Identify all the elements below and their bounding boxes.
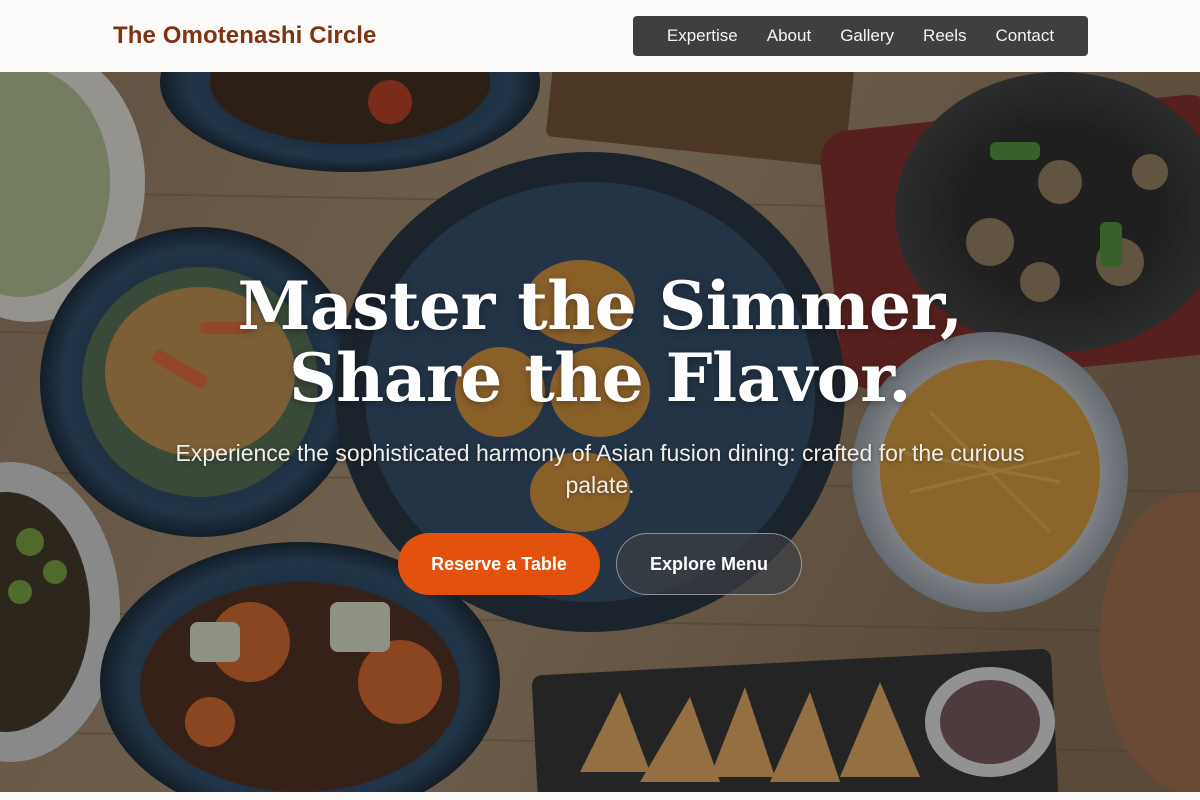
nav-link-gallery[interactable]: Gallery — [840, 26, 894, 46]
brand-name[interactable]: The Omotenashi Circle — [113, 20, 377, 52]
hero-title-line-1: Master the Simmer, — [237, 267, 964, 345]
nav-link-expertise[interactable]: Expertise — [667, 26, 738, 46]
nav-link-contact[interactable]: Contact — [996, 26, 1055, 46]
nav-link-about[interactable]: About — [767, 26, 811, 46]
reserve-table-button[interactable]: Reserve a Table — [398, 533, 600, 595]
hero-content: Master the Simmer, Share the Flavor. Exp… — [0, 72, 1200, 792]
hero-title: Master the Simmer, Share the Flavor. — [150, 270, 1050, 414]
hero-section: Master the Simmer, Share the Flavor. Exp… — [0, 72, 1200, 792]
explore-menu-button[interactable]: Explore Menu — [616, 533, 802, 595]
hero-subtitle: Experience the sophisticated harmony of … — [175, 440, 1025, 498]
nav-link-reels[interactable]: Reels — [923, 26, 966, 46]
page-bottom-strip — [0, 792, 1200, 800]
hero-title-line-2: Share the Flavor. — [289, 339, 911, 417]
site-header: The Omotenashi Circle Expertise About Ga… — [0, 0, 1200, 72]
main-nav: Expertise About Gallery Reels Contact — [633, 16, 1088, 56]
